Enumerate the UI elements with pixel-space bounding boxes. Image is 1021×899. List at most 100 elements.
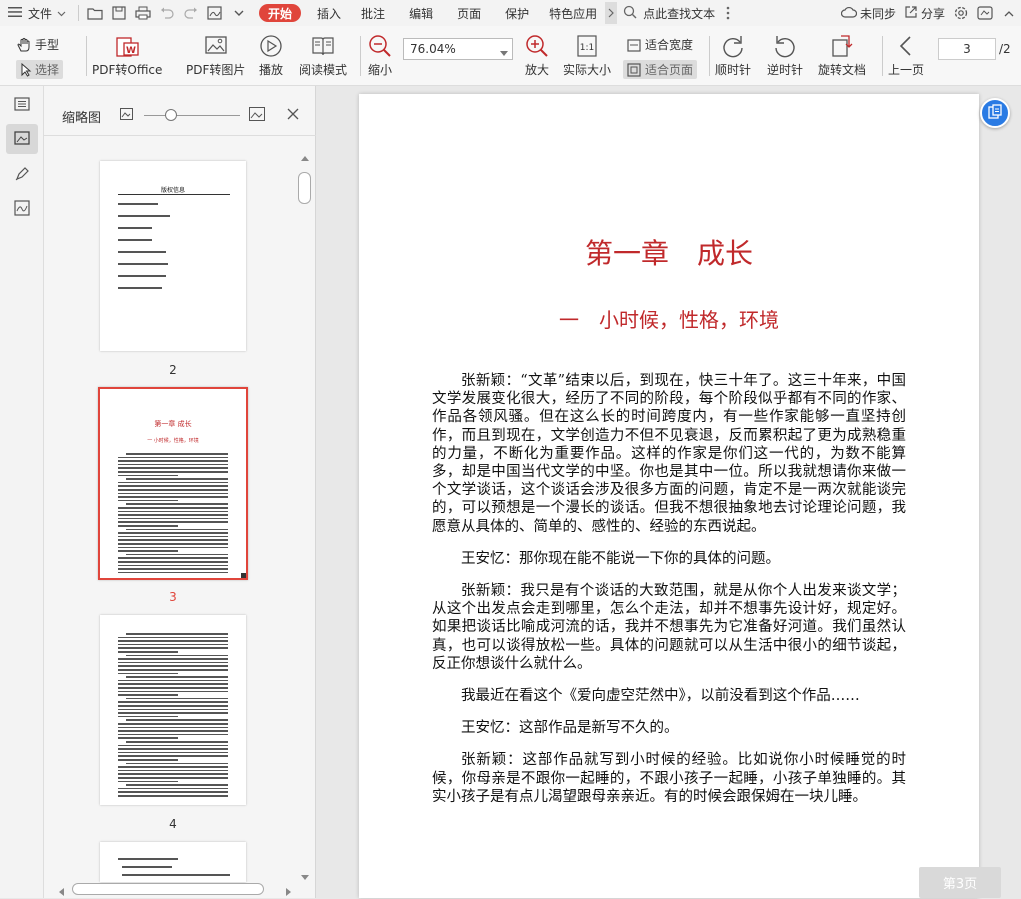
document-page[interactable]: 第一章 成长 一 小时候，性格，环境 张新颖：“文革”结束以后，到现在，快三十年… bbox=[359, 94, 979, 898]
thumbnail-text-line bbox=[118, 712, 228, 714]
chevron-right-icon[interactable] bbox=[605, 2, 618, 24]
scroll-left-arrow[interactable] bbox=[58, 885, 64, 899]
tab-page[interactable]: 页面 bbox=[445, 0, 493, 26]
hand-tool-button[interactable]: 手型 bbox=[16, 36, 59, 53]
zoom-select[interactable]: 76.04% bbox=[403, 38, 513, 60]
gear-icon[interactable] bbox=[949, 1, 973, 25]
thumbnail-text-line bbox=[126, 553, 228, 556]
thumbnail-page-number: 2 bbox=[169, 363, 177, 377]
search-icon bbox=[623, 5, 637, 22]
floating-tool-button[interactable] bbox=[980, 98, 1010, 128]
body-paragraph: 王安忆：那你现在能不能说一下你的具体的问题。 bbox=[461, 550, 780, 567]
tab-start[interactable]: 开始 bbox=[259, 4, 302, 22]
thumbnail-page-4[interactable] bbox=[100, 615, 246, 805]
redo-icon[interactable] bbox=[179, 1, 203, 25]
save-icon[interactable] bbox=[107, 1, 131, 25]
collapse-ribbon-icon[interactable] bbox=[997, 1, 1021, 25]
tab-features[interactable]: 特色应用 bbox=[541, 0, 605, 26]
thumbnail-text-line bbox=[118, 539, 228, 541]
thumbnail-text-line bbox=[118, 481, 228, 484]
select-tool-button[interactable]: 选择 bbox=[16, 60, 64, 79]
thumbnail-text-line bbox=[118, 543, 228, 545]
body-paragraph: 我最近在看这个《爱向虚空茫然中》，以前没看到这个作品…… bbox=[461, 688, 860, 705]
rotate-document-button[interactable]: 旋转文档 bbox=[818, 33, 866, 78]
slider-handle[interactable] bbox=[165, 109, 177, 121]
thumbnail-text-line bbox=[118, 535, 228, 538]
thumbnail-page-5[interactable] bbox=[100, 842, 246, 882]
bookmark-panel-button[interactable] bbox=[6, 90, 38, 120]
thumbnail-text-line bbox=[118, 791, 228, 793]
thumbnail-text-line bbox=[118, 251, 166, 253]
pdf-to-office-label: PDF转Office bbox=[92, 63, 163, 77]
body-paragraph: 张新颖：这部作品就写到小时候的经验。比如说你小时候睡觉的时候，你母亲是不跟你一起… bbox=[432, 752, 906, 805]
thumbnail-text-line bbox=[118, 215, 170, 217]
sync-status[interactable]: 未同步 bbox=[837, 0, 900, 26]
more-vertical-icon[interactable] bbox=[721, 1, 735, 25]
thumbnail-section-title: 一 小时候，性格，环境 bbox=[147, 438, 199, 444]
scroll-right-arrow[interactable] bbox=[286, 885, 292, 899]
search-box[interactable]: 点此查找文本 bbox=[617, 0, 721, 26]
thumbnail-text-line bbox=[126, 453, 228, 455]
file-menu[interactable]: 文件 bbox=[0, 0, 74, 26]
zoom-out-button[interactable]: 缩小 bbox=[367, 33, 393, 78]
page-number-input[interactable]: 3 bbox=[938, 38, 996, 60]
image-convert-icon bbox=[203, 33, 229, 59]
pdf-to-office-button[interactable]: W PDF转Office bbox=[92, 33, 162, 78]
thumbnail-panel-button[interactable] bbox=[6, 124, 38, 154]
play-icon bbox=[258, 33, 284, 59]
thumbnail-heading: 版权信息 bbox=[160, 187, 185, 194]
thumbnail-vertical-scrollbar[interactable] bbox=[298, 148, 312, 884]
thumbnail-text-line bbox=[118, 287, 162, 289]
tab-edit[interactable]: 编辑 bbox=[397, 0, 445, 26]
read-mode-button[interactable]: 阅读模式 bbox=[299, 33, 347, 78]
thumbnail-page-2[interactable]: 版权信息 bbox=[100, 161, 246, 351]
sign-icon[interactable] bbox=[203, 1, 227, 25]
pdf-to-image-button[interactable]: PDF转图片 bbox=[186, 33, 245, 78]
chevron-left-icon bbox=[893, 33, 919, 59]
close-icon[interactable] bbox=[287, 108, 299, 123]
rotate-counterclockwise-button[interactable]: 逆时针 bbox=[767, 33, 803, 78]
share-button[interactable]: 分享 bbox=[900, 0, 949, 26]
actual-size-button[interactable]: 1:1 实际大小 bbox=[563, 33, 611, 78]
signature-panel-button[interactable] bbox=[6, 194, 38, 224]
zoom-in-button[interactable]: 放大 bbox=[524, 33, 550, 78]
thumbnail-text-line bbox=[122, 866, 172, 868]
cursor-arrow-icon bbox=[20, 62, 32, 77]
play-button[interactable]: 播放 bbox=[258, 33, 284, 78]
thumbnail-text-line bbox=[118, 571, 228, 574]
thumbnail-text-line bbox=[118, 525, 178, 527]
document-viewport[interactable]: 第一章 成长 一 小时候，性格，环境 张新颖：“文革”结束以后，到现在，快三十年… bbox=[316, 86, 1021, 898]
fit-width-button[interactable]: 适合宽度 bbox=[627, 36, 693, 53]
tab-insert[interactable]: 插入 bbox=[309, 0, 349, 26]
thumbnail-chapter-title: 第一章 成长 bbox=[154, 420, 192, 428]
rotate-clockwise-button[interactable]: 顺时针 bbox=[715, 33, 751, 78]
thumbnail-size-slider[interactable] bbox=[144, 115, 240, 116]
file-menu-label: 文件 bbox=[28, 6, 53, 21]
thumbnail-text-line bbox=[126, 528, 228, 531]
scroll-down-arrow[interactable] bbox=[301, 870, 309, 884]
thumbnail-text-line bbox=[118, 661, 228, 664]
open-folder-icon[interactable] bbox=[83, 1, 107, 25]
undo-icon[interactable] bbox=[155, 1, 179, 25]
skin-icon[interactable] bbox=[973, 1, 997, 25]
annotation-panel-button[interactable] bbox=[6, 160, 38, 190]
tab-annotate[interactable]: 批注 bbox=[349, 0, 397, 26]
thumbnail-panel-title: 缩略图 bbox=[62, 111, 102, 126]
horizontal-scroll-thumb[interactable] bbox=[72, 883, 264, 895]
prev-page-button[interactable]: 上一页 bbox=[888, 33, 924, 78]
scroll-thumb[interactable] bbox=[298, 172, 311, 204]
thumbnail-page-3[interactable]: 第一章 成长 一 小时候，性格，环境 bbox=[98, 387, 248, 580]
divider bbox=[86, 36, 87, 76]
print-icon[interactable] bbox=[131, 1, 155, 25]
ribbon-toolbar: 手型 选择 W PDF转Office PDF转图片 播放 阅读模式 缩小 76.… bbox=[0, 26, 1021, 86]
tab-protect[interactable]: 保护 bbox=[493, 0, 541, 26]
page-indicator-badge: 第3页 bbox=[919, 867, 1001, 898]
thumbnail-text-line bbox=[118, 550, 178, 552]
page-total: /2 bbox=[999, 42, 1011, 56]
scroll-up-arrow[interactable] bbox=[301, 150, 309, 164]
more-dropdown-icon[interactable] bbox=[227, 1, 251, 25]
fit-page-button[interactable]: 适合页面 bbox=[623, 60, 698, 79]
thumbnail-horizontal-scrollbar[interactable] bbox=[54, 882, 298, 896]
hamburger-icon bbox=[8, 6, 22, 21]
hand-icon bbox=[16, 37, 32, 53]
